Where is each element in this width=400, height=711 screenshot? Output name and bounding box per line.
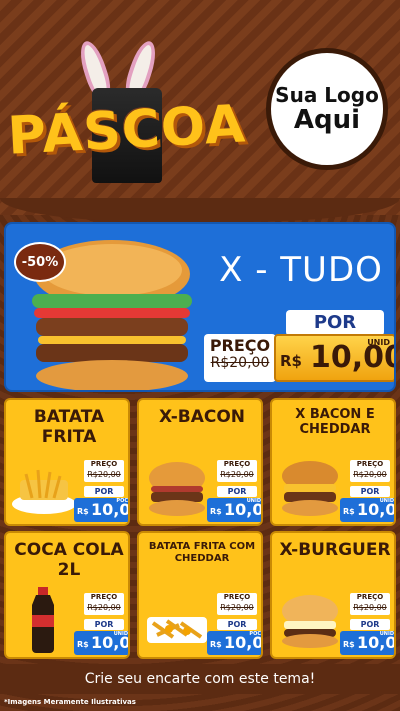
product-name: BATATA FRITA COM CHEDDAR (148, 541, 256, 564)
product-name: X-BURGUER (279, 540, 391, 560)
featured-price-box: R$ 10,00 UNID (274, 334, 394, 382)
page-title: PÁSCOA (6, 94, 248, 167)
old-price: R$20,00 (220, 470, 254, 479)
preco-label: PREÇO (356, 460, 384, 468)
burger-image-icon (282, 595, 338, 648)
unit: UNID (379, 498, 394, 504)
chocolate-drip (0, 198, 400, 222)
logo-line-2: Aqui (293, 104, 361, 135)
por-label: POR (217, 486, 257, 497)
product-card: X-BACON PREÇO R$20,00 POR R$ 10,00 UNID (137, 398, 263, 526)
unit: POC (116, 498, 128, 504)
cheese-fries-icon (147, 617, 207, 643)
product-card: BATATA FRITA COM CHEDDAR PREÇO R$20,00 P… (137, 531, 263, 659)
disclaimer: *Imagens Meramente Ilustrativas (4, 698, 136, 706)
price-box: R$ 10,00 UNID (207, 498, 261, 522)
por-label: POR (350, 619, 390, 630)
preco-label: PREÇO (90, 460, 118, 468)
featured-preco-label: PREÇO (209, 336, 271, 355)
old-price-box: PREÇO R$20,00 (84, 460, 124, 482)
featured-currency: R$ (280, 352, 302, 370)
por-label: POR (84, 619, 124, 630)
unit: UNID (246, 498, 261, 504)
old-price: R$20,00 (87, 603, 121, 612)
currency: R$ (210, 640, 222, 649)
unit: UNID (113, 631, 128, 637)
unit: UNID (379, 631, 394, 637)
por-label: POR (217, 619, 257, 630)
currency: R$ (210, 507, 222, 516)
fries-plate-icon (12, 469, 76, 514)
old-price-box: PREÇO R$20,00 (84, 593, 124, 615)
old-price: R$20,00 (353, 603, 387, 612)
featured-old-price-box: PREÇO R$20,00 (204, 334, 276, 382)
preco-label: PREÇO (356, 593, 384, 601)
flyer: PÁSCOA Sua Logo Aqui -50% X - TUDO POR P… (0, 0, 400, 711)
currency: R$ (77, 507, 89, 516)
soda-bottle-icon (32, 587, 54, 653)
product-card: BATATA FRITA PREÇO R$20,00 POR R$ 10,00 … (4, 398, 130, 526)
cta-banner[interactable]: Crie seu encarte com este tema! (0, 664, 400, 694)
por-label: POR (350, 486, 390, 497)
old-price-box: PREÇO R$20,00 (217, 460, 257, 482)
old-price-box: PREÇO R$20,00 (350, 593, 390, 615)
old-price: R$20,00 (220, 603, 254, 612)
product-card: X BACON E CHEDDAR PREÇO R$20,00 POR R$ 1… (270, 398, 396, 526)
product-card: X-BURGUER PREÇO R$20,00 POR R$ 10,00 UNI… (270, 531, 396, 659)
featured-old-price: R$20,00 (210, 355, 270, 371)
unit: POC (249, 631, 261, 637)
product-name: COCA COLA 2L (14, 540, 124, 580)
old-price: R$20,00 (87, 470, 121, 479)
header: PÁSCOA Sua Logo Aqui (0, 0, 400, 215)
preco-label: PREÇO (90, 593, 118, 601)
price-box: R$ 10,00 UNID (74, 631, 128, 655)
por-label: POR (84, 486, 124, 497)
currency: R$ (343, 507, 355, 516)
featured-name: X - TUDO (219, 250, 383, 290)
burger-image-icon (149, 462, 205, 516)
product-name: X BACON E CHEDDAR (295, 407, 375, 437)
product-name: X-BACON (158, 407, 246, 427)
product-name: BATATA FRITA (33, 407, 105, 447)
preco-label: PREÇO (223, 460, 251, 468)
logo-placeholder: Sua Logo Aqui (266, 48, 388, 170)
currency: R$ (77, 640, 89, 649)
price-box: R$ 10,00 POC (74, 498, 128, 522)
discount-badge: -50% (14, 242, 66, 282)
product-card: COCA COLA 2L PREÇO R$20,00 POR R$ 10,00 … (4, 531, 130, 659)
old-price: R$20,00 (353, 470, 387, 479)
preco-label: PREÇO (223, 593, 251, 601)
price-box: R$ 10,00 UNID (340, 631, 394, 655)
featured-por-label: POR (286, 310, 384, 336)
old-price-box: PREÇO R$20,00 (217, 593, 257, 615)
logo-line-1: Sua Logo (275, 82, 379, 107)
price-box: R$ 10,00 UNID (340, 498, 394, 522)
price-box: R$ 10,00 POC (207, 631, 261, 655)
burger-image-icon (282, 461, 338, 516)
featured-offer: -50% X - TUDO POR PREÇO R$20,00 R$ 10,00… (4, 222, 396, 392)
featured-unit: UNID (367, 338, 390, 347)
currency: R$ (343, 640, 355, 649)
old-price-box: PREÇO R$20,00 (350, 460, 390, 482)
